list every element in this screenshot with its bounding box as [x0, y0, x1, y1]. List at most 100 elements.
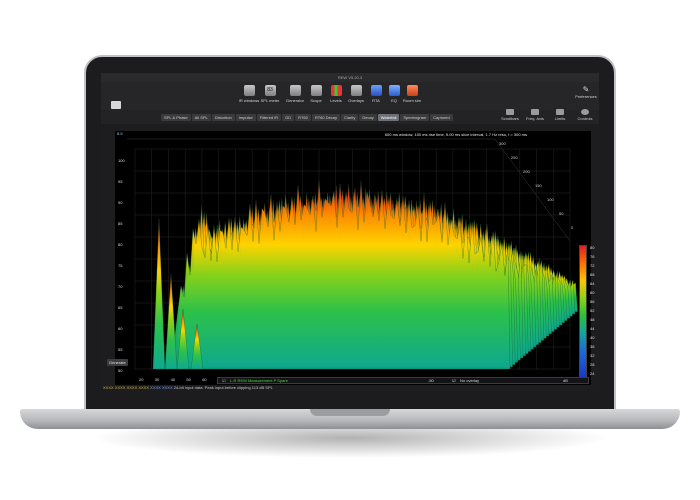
tab-decay[interactable]: Decay: [359, 114, 377, 121]
overlays-icon: [350, 85, 362, 96]
y-tick-label: 90: [118, 200, 123, 205]
colorbar-tick-label: 56: [590, 299, 595, 304]
room-sim-button[interactable]: Room sim: [401, 85, 423, 107]
colorbar-tick-label: 28: [590, 362, 595, 367]
graph-tabs: SPL & Phase All SPL Distortion Impulse Filte…: [161, 114, 453, 121]
low-freq-peak: [152, 218, 166, 370]
time-tick-label: 50: [559, 211, 564, 216]
y-tick-label: 75: [118, 263, 123, 268]
levels-button[interactable]: Levels: [325, 85, 347, 107]
plot-info: 600 ms window, 150 ms rise time, 5.00 ms…: [384, 132, 527, 137]
tab-captured[interactable]: Captured: [430, 114, 453, 121]
colorbar-tick-label: 24: [590, 371, 595, 376]
waterfall-graph: 1009590858075706560555020304050607080901…: [117, 131, 580, 382]
tab-waterfall[interactable]: Waterfall: [377, 114, 400, 121]
window-title: REW V5.20.3: [101, 73, 599, 82]
colorbar-tick-label: 44: [590, 326, 595, 331]
colorbar-tick-label: 52: [590, 308, 595, 313]
app-screen: REW V5.20.3 IR windows 83 SPL meter Gener…: [101, 73, 599, 391]
y-tick-label: 70: [118, 284, 123, 289]
freq-axis-button[interactable]: Freq. Axis: [525, 109, 545, 121]
limits-button[interactable]: Limits: [550, 109, 570, 121]
colorbar-tick-label: 60: [590, 290, 595, 295]
time-tick-label: 100: [547, 197, 554, 202]
levels-icon: [330, 85, 342, 96]
tab-filtered-ir[interactable]: Filtered IR: [256, 114, 282, 121]
controls-icon: [581, 109, 589, 115]
measurement-checkbox[interactable]: ☑: [222, 378, 226, 383]
tab-impulse[interactable]: Impulse: [235, 114, 256, 121]
y-tick-label: 85: [118, 221, 123, 226]
x-tick-label: 20: [139, 377, 144, 382]
colorbar-tick-label: 36: [590, 344, 595, 349]
tab-spl-phase[interactable]: SPL & Phase: [161, 114, 191, 121]
time-tick-label: 200: [523, 169, 530, 174]
scope-button[interactable]: Scope: [305, 85, 327, 107]
rta-icon: [370, 85, 382, 96]
waterfall-plot[interactable]: 1009590858075706560555020304050607080901…: [115, 131, 591, 385]
tab-gd[interactable]: GD: [282, 114, 295, 121]
y-tick-label: 65: [118, 305, 123, 310]
colorbar-tick-label: 64: [590, 281, 595, 286]
x-tick-label: 50: [186, 377, 191, 382]
tab-rt60[interactable]: RT60: [295, 114, 311, 121]
tab-all-spl[interactable]: All SPL: [191, 114, 211, 121]
spl-meter-icon: 83: [264, 85, 276, 96]
time-tick-label: 250: [511, 155, 518, 160]
status-message: 24-bit input data. Peak input before cli…: [173, 385, 273, 390]
colorbar-tick-label: 76: [590, 254, 595, 259]
wrench-icon: ✎: [582, 85, 590, 94]
status-level-indicators: XXXX XXXX XXXX XXXX: [103, 385, 150, 390]
freq-axis-icon: [531, 109, 539, 115]
y-tick-label: 95: [118, 179, 123, 184]
generator-icon: [289, 85, 301, 96]
colorbar-tick-label: 48: [590, 317, 595, 322]
measurement-row: ☑ L-R REW Measurement P Spare -50 ☑ No o…: [217, 377, 589, 384]
limits-icon: [556, 109, 564, 115]
colorbar-tick-label: 32: [590, 353, 595, 358]
color-scale-bar: [579, 245, 587, 380]
tab-rt60-decay[interactable]: RT60 Decay: [311, 114, 341, 121]
scope-icon: [310, 85, 322, 96]
low-freq-peak: [164, 273, 178, 370]
y-tick-label: 50: [118, 368, 123, 373]
toolbar: IR windows 83 SPL meter Generator Scope L…: [101, 82, 599, 110]
ir-windows-button[interactable]: IR windows: [238, 85, 260, 107]
time-tick-label: 300: [499, 141, 506, 146]
preferences-button[interactable]: ✎ Preferences: [575, 85, 597, 99]
x-tick-label: 60: [202, 377, 207, 382]
y-tick-label: 80: [118, 242, 123, 247]
scrollbars-icon: [506, 109, 514, 115]
tab-distortion[interactable]: Distortion: [211, 114, 235, 121]
units-label: dB: [563, 378, 568, 383]
controls-button[interactable]: Controls: [575, 109, 595, 121]
depth-edge: [494, 138, 571, 242]
measurement-name: L-R REW Measurement P Spare: [230, 378, 288, 383]
overlay-label: No overlay: [460, 378, 480, 383]
generator-button[interactable]: Generator: [284, 85, 306, 107]
colorbar-tick-label: 40: [590, 335, 595, 340]
tab-spectrogram[interactable]: Spectrogram: [400, 114, 430, 121]
colorbar-tick-label: 68: [590, 272, 595, 277]
graph-tools: Scrollbars Freq. Axis Limits Controls: [500, 109, 595, 121]
overlays-button[interactable]: Overlays: [345, 85, 367, 107]
y-tick-label: 100: [118, 158, 125, 163]
ir-windows-icon: [243, 85, 255, 96]
generate-button[interactable]: Generate: [107, 359, 128, 366]
scrollbars-button[interactable]: Scrollbars: [500, 109, 520, 121]
x-tick-label: 30: [155, 377, 160, 382]
y-tick-label: 60: [118, 326, 123, 331]
offset-value: -50: [428, 378, 434, 383]
camera-icon: [111, 101, 121, 109]
overlay-checkbox[interactable]: ☑: [452, 378, 456, 383]
y-tick-label: 55: [118, 347, 123, 352]
spl-meter-button[interactable]: 83 SPL meter: [259, 85, 281, 107]
x-tick-label: 40: [171, 377, 176, 382]
eq-icon: [388, 85, 400, 96]
tab-clarity[interactable]: Clarity: [341, 114, 359, 121]
colorbar-tick-label: 72: [590, 263, 595, 268]
z-axis-label: 8.5: [117, 131, 123, 136]
time-tick-label: 0: [571, 225, 574, 230]
laptop-notch: [310, 409, 390, 416]
status-bar: XXXX XXXX XXXX XXXX XXXX XXXX 24-bit inp…: [103, 385, 273, 390]
